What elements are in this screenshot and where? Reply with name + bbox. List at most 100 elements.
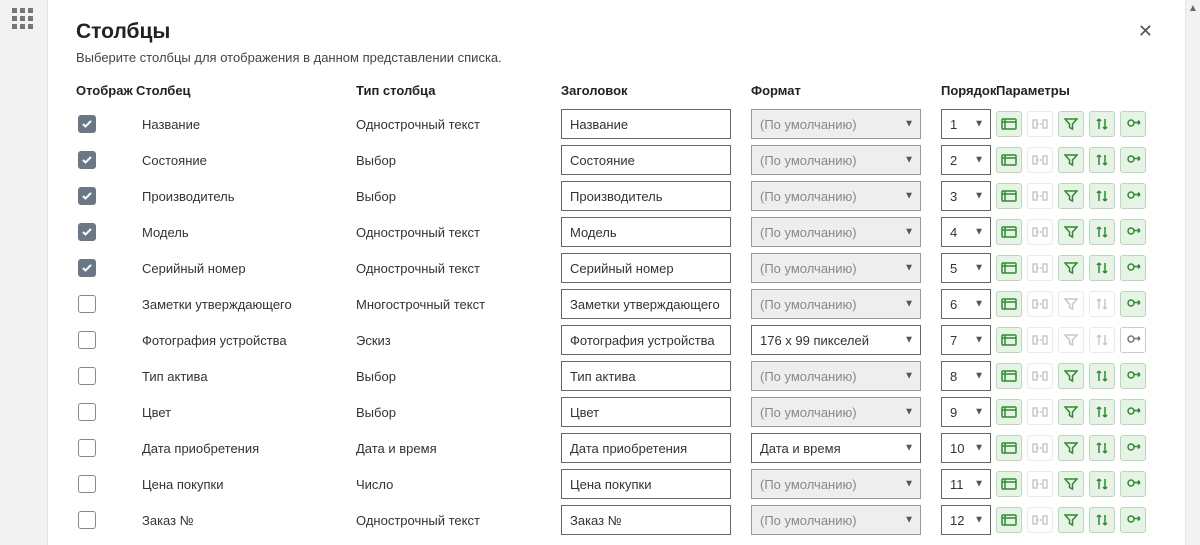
param-sort-icon[interactable] xyxy=(1089,111,1115,137)
param-sort-icon[interactable] xyxy=(1089,255,1115,281)
table-row: НазваниеОднострочный текст(По умолчанию)… xyxy=(76,106,1157,142)
order-select[interactable]: 12▼ xyxy=(941,505,991,535)
display-checkbox[interactable] xyxy=(78,403,96,421)
param-sort-icon[interactable] xyxy=(1089,399,1115,425)
param-filter-icon[interactable] xyxy=(1058,111,1084,137)
param-link-icon[interactable] xyxy=(1120,327,1146,353)
param-card-icon[interactable] xyxy=(996,507,1022,533)
param-filter-icon[interactable] xyxy=(1058,435,1084,461)
param-card-icon[interactable] xyxy=(996,147,1022,173)
param-link-icon[interactable] xyxy=(1120,111,1146,137)
chevron-down-icon: ▼ xyxy=(974,191,984,202)
param-link-icon[interactable] xyxy=(1120,507,1146,533)
chevron-down-icon: ▼ xyxy=(974,371,984,382)
display-checkbox[interactable] xyxy=(78,331,96,349)
header-input[interactable] xyxy=(561,361,731,391)
param-card-icon[interactable] xyxy=(996,327,1022,353)
scroll-up-icon[interactable]: ▲ xyxy=(1186,0,1200,16)
param-sort-icon[interactable] xyxy=(1089,219,1115,245)
display-checkbox[interactable] xyxy=(78,511,96,529)
order-select[interactable]: 8▼ xyxy=(941,361,991,391)
header-input[interactable] xyxy=(561,289,731,319)
param-link-icon[interactable] xyxy=(1120,363,1146,389)
order-select[interactable]: 9▼ xyxy=(941,397,991,427)
param-link-icon[interactable] xyxy=(1120,399,1146,425)
param-sort-icon[interactable] xyxy=(1089,471,1115,497)
param-link-icon[interactable] xyxy=(1120,255,1146,281)
display-checkbox[interactable] xyxy=(78,223,96,241)
param-link-icon[interactable] xyxy=(1120,183,1146,209)
param-sort-icon[interactable] xyxy=(1089,435,1115,461)
header-input[interactable] xyxy=(561,469,731,499)
format-select: (По умолчанию)▼ xyxy=(751,289,921,319)
chevron-down-icon: ▼ xyxy=(974,263,984,274)
display-checkbox[interactable] xyxy=(78,439,96,457)
order-select[interactable]: 4▼ xyxy=(941,217,991,247)
param-link-icon[interactable] xyxy=(1120,147,1146,173)
header-input[interactable] xyxy=(561,109,731,139)
display-checkbox[interactable] xyxy=(78,475,96,493)
param-link-icon[interactable] xyxy=(1120,435,1146,461)
vertical-scrollbar[interactable]: ▲ xyxy=(1185,0,1200,545)
format-select[interactable]: Дата и время▼ xyxy=(751,433,921,463)
order-select[interactable]: 2▼ xyxy=(941,145,991,175)
order-select[interactable]: 3▼ xyxy=(941,181,991,211)
order-select[interactable]: 10▼ xyxy=(941,433,991,463)
header-input[interactable] xyxy=(561,253,731,283)
param-filter-icon[interactable] xyxy=(1058,507,1084,533)
param-link-icon[interactable] xyxy=(1120,219,1146,245)
param-card-icon[interactable] xyxy=(996,183,1022,209)
display-checkbox[interactable] xyxy=(78,187,96,205)
chevron-down-icon: ▼ xyxy=(904,407,914,418)
header-input[interactable] xyxy=(561,145,731,175)
param-card-icon[interactable] xyxy=(996,471,1022,497)
param-filter-icon[interactable] xyxy=(1058,399,1084,425)
app-launcher-icon[interactable] xyxy=(12,8,36,32)
order-select[interactable]: 7▼ xyxy=(941,325,991,355)
param-card-icon[interactable] xyxy=(996,399,1022,425)
param-filter-icon[interactable] xyxy=(1058,183,1084,209)
header-input[interactable] xyxy=(561,433,731,463)
param-filter-icon[interactable] xyxy=(1058,219,1084,245)
header-input[interactable] xyxy=(561,217,731,247)
order-select[interactable]: 1▼ xyxy=(941,109,991,139)
param-card-icon[interactable] xyxy=(996,111,1022,137)
header-input[interactable] xyxy=(561,325,731,355)
param-card-icon[interactable] xyxy=(996,219,1022,245)
param-card-icon[interactable] xyxy=(996,291,1022,317)
col-header-display: Отображ xyxy=(76,83,136,98)
header-input[interactable] xyxy=(561,505,731,535)
display-checkbox[interactable] xyxy=(78,367,96,385)
display-checkbox[interactable] xyxy=(78,151,96,169)
display-checkbox[interactable] xyxy=(78,259,96,277)
table-row: Фотография устройстваЭскиз176 x 99 пиксе… xyxy=(76,322,1157,358)
order-select[interactable]: 5▼ xyxy=(941,253,991,283)
display-checkbox[interactable] xyxy=(78,295,96,313)
format-select[interactable]: 176 x 99 пикселей▼ xyxy=(751,325,921,355)
order-select[interactable]: 11▼ xyxy=(941,469,991,499)
param-card-icon[interactable] xyxy=(996,255,1022,281)
param-sort-icon[interactable] xyxy=(1089,507,1115,533)
header-input[interactable] xyxy=(561,397,731,427)
param-link-icon[interactable] xyxy=(1120,291,1146,317)
format-select: (По умолчанию)▼ xyxy=(751,397,921,427)
param-filter-icon[interactable] xyxy=(1058,471,1084,497)
param-filter-icon xyxy=(1058,291,1084,317)
format-select-value: Дата и время xyxy=(760,441,841,456)
param-link-icon[interactable] xyxy=(1120,471,1146,497)
param-card-icon[interactable] xyxy=(996,363,1022,389)
param-filter-icon[interactable] xyxy=(1058,147,1084,173)
column-name: Название xyxy=(136,117,356,132)
order-select[interactable]: 6▼ xyxy=(941,289,991,319)
param-sort-icon[interactable] xyxy=(1089,147,1115,173)
param-filter-icon[interactable] xyxy=(1058,363,1084,389)
header-input[interactable] xyxy=(561,181,731,211)
param-sort-icon[interactable] xyxy=(1089,183,1115,209)
column-type: Однострочный текст xyxy=(356,225,561,240)
param-card-icon[interactable] xyxy=(996,435,1022,461)
close-icon[interactable]: ✕ xyxy=(1134,20,1157,42)
param-filter-icon[interactable] xyxy=(1058,255,1084,281)
table-row: Тип активаВыбор(По умолчанию)▼8▼ xyxy=(76,358,1157,394)
param-sort-icon[interactable] xyxy=(1089,363,1115,389)
display-checkbox[interactable] xyxy=(78,115,96,133)
